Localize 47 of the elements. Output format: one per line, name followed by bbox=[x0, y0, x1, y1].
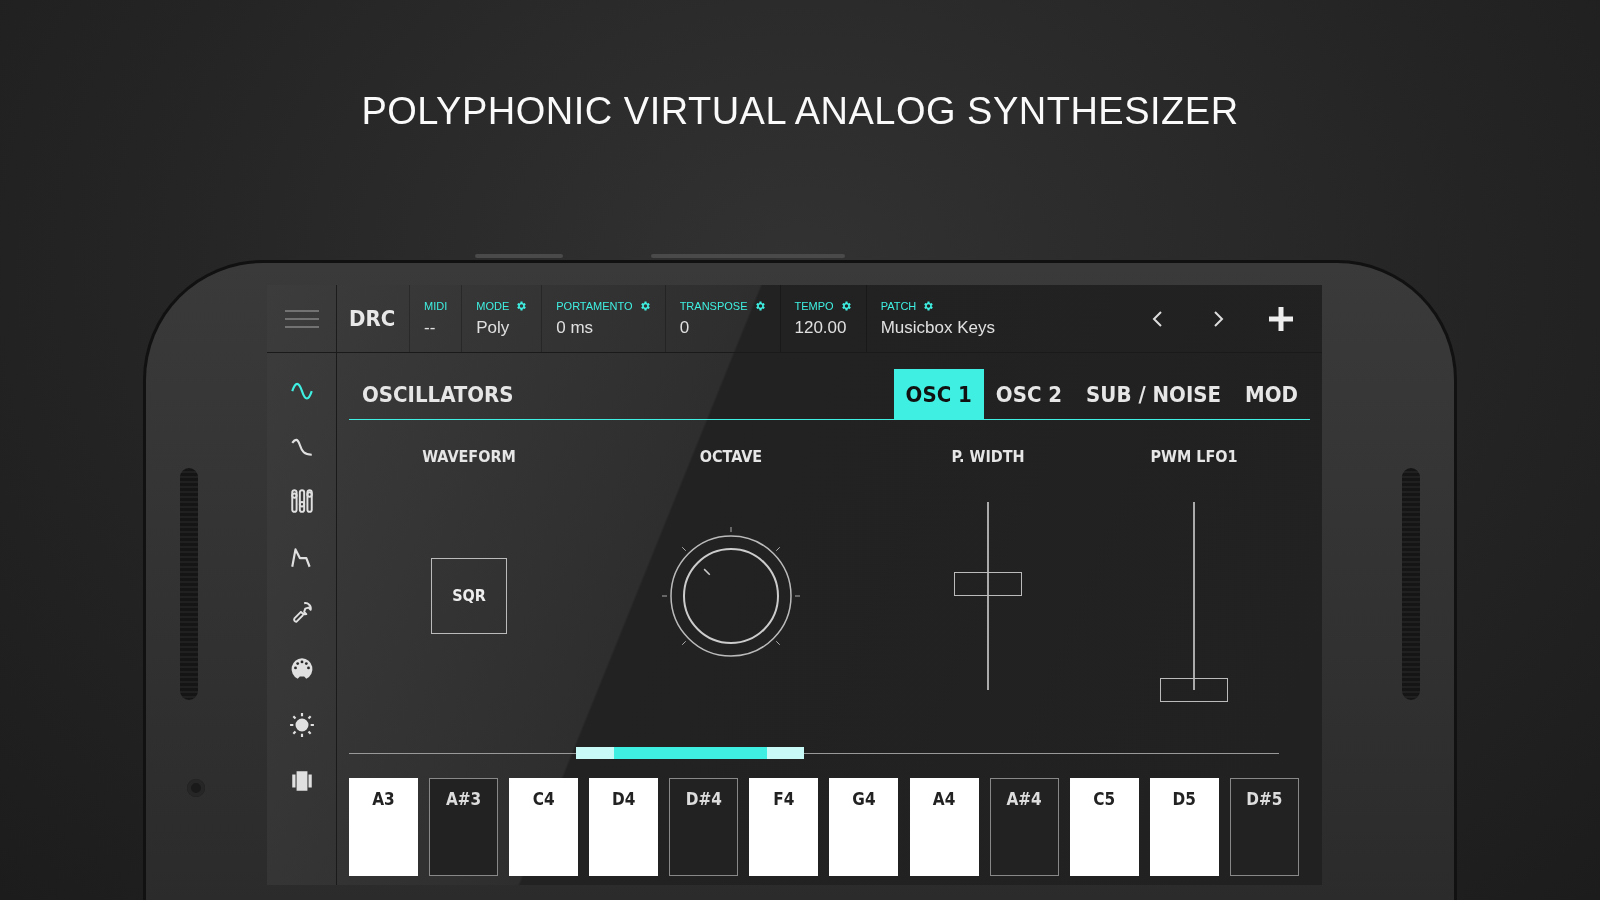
field-value[interactable]: Poly bbox=[476, 317, 528, 338]
settings-icon[interactable] bbox=[753, 299, 766, 312]
plus-icon bbox=[1268, 305, 1294, 332]
settings-icon[interactable] bbox=[922, 299, 935, 312]
tab[interactable]: OSC 2 bbox=[983, 369, 1075, 419]
control-label: P. WIDTH bbox=[951, 447, 1025, 468]
tab[interactable]: OSC 1 bbox=[893, 369, 984, 419]
field-label: PORTAMENTO bbox=[556, 299, 633, 312]
field-label: PATCH bbox=[880, 299, 917, 312]
piano-key[interactable]: D#4 bbox=[669, 778, 739, 876]
control-label: WAVEFORM bbox=[422, 447, 516, 468]
section-title: OSCILLATORS bbox=[361, 382, 515, 409]
tab[interactable]: SUB / NOISE bbox=[1074, 369, 1234, 419]
field-label: MIDI bbox=[424, 299, 448, 312]
control-label: PWM LFO1 bbox=[1150, 447, 1238, 468]
piano-key[interactable]: C5 bbox=[1069, 778, 1139, 876]
piano-key[interactable]: F4 bbox=[749, 778, 819, 876]
waveform-button[interactable]: SQR bbox=[431, 557, 507, 634]
slider-thumb[interactable] bbox=[1160, 677, 1228, 702]
chevron-right-icon bbox=[1212, 309, 1226, 328]
piano-key[interactable]: A3 bbox=[349, 778, 418, 876]
piano-key[interactable]: A4 bbox=[909, 778, 979, 876]
field-value[interactable]: 0 ms bbox=[556, 317, 651, 338]
field-value[interactable]: 0 bbox=[679, 317, 766, 338]
piano-key[interactable]: A#3 bbox=[429, 778, 499, 876]
keyboard-range-handle[interactable] bbox=[576, 746, 804, 759]
field-label: TEMPO bbox=[794, 299, 834, 312]
chevron-left-icon bbox=[1150, 309, 1164, 328]
control-label: OCTAVE bbox=[699, 447, 763, 468]
field-value[interactable]: Musicbox Keys bbox=[880, 317, 995, 338]
field-value[interactable]: 120.00 bbox=[794, 317, 852, 338]
piano-key[interactable]: G4 bbox=[829, 778, 899, 876]
settings-icon[interactable] bbox=[839, 299, 852, 312]
tab[interactable]: MOD bbox=[1233, 369, 1310, 419]
settings-icon[interactable] bbox=[515, 299, 528, 312]
piano-key[interactable]: A#4 bbox=[989, 778, 1059, 876]
piano-key[interactable]: D4 bbox=[589, 778, 659, 876]
piano-key[interactable]: D5 bbox=[1149, 778, 1219, 876]
brand-logo: DRC bbox=[348, 306, 397, 331]
settings-icon[interactable] bbox=[638, 299, 651, 312]
slider-thumb[interactable] bbox=[954, 572, 1022, 597]
piano-key[interactable]: C4 bbox=[509, 778, 579, 876]
piano-key[interactable]: D#5 bbox=[1229, 778, 1299, 876]
field-label: TRANSPOSE bbox=[679, 299, 748, 312]
field-label: MODE bbox=[476, 299, 510, 312]
headline: POLYPHONIC VIRTUAL ANALOG SYNTHESIZER bbox=[361, 89, 1239, 134]
field-value[interactable]: -- bbox=[424, 317, 448, 338]
